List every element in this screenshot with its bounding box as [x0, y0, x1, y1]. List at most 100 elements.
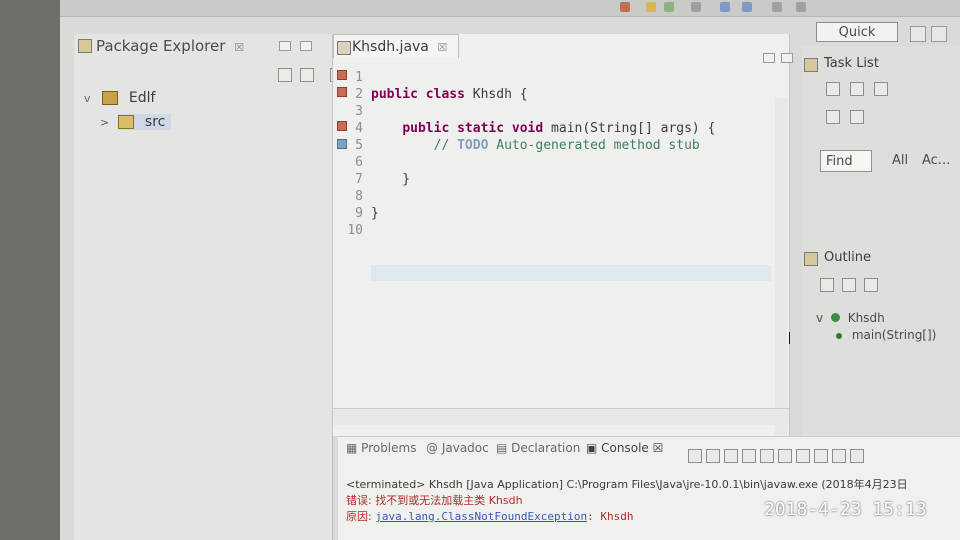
- outline-sort-icon[interactable]: [820, 278, 834, 292]
- link-editor-icon[interactable]: [300, 68, 314, 82]
- minimize-icon[interactable]: [832, 449, 846, 463]
- task-list-title: Task List: [824, 56, 879, 71]
- collapse-icon[interactable]: v: [816, 311, 823, 325]
- code-area[interactable]: 1 2 public class Khsdh { 3 4 public stati…: [333, 66, 789, 438]
- outline-icon: [804, 252, 818, 266]
- mouse-cursor: [789, 332, 790, 344]
- open-perspective-icon[interactable]: [910, 26, 926, 42]
- code-line: 1: [355, 70, 363, 85]
- tab-console[interactable]: ▣ Console ☒: [586, 441, 663, 455]
- code-line: 6: [355, 155, 363, 170]
- java-file-icon: [337, 41, 351, 55]
- package-icon[interactable]: [646, 2, 656, 12]
- tab-javadoc[interactable]: @ Javadoc: [426, 441, 489, 455]
- maximize-icon[interactable]: [781, 53, 793, 63]
- maximize-icon[interactable]: [850, 449, 864, 463]
- code-token: public: [371, 87, 418, 102]
- delete-task-icon[interactable]: [826, 110, 840, 124]
- categorized-icon[interactable]: [850, 82, 864, 96]
- code-token: }: [371, 172, 411, 187]
- remove-launch-icon[interactable]: [706, 449, 720, 463]
- method-icon: [836, 333, 842, 339]
- project-label: Edlf: [128, 90, 156, 106]
- tree-item-project[interactable]: v Edlf: [84, 86, 171, 110]
- code-token: class: [425, 87, 465, 102]
- code-line: 7 }: [355, 172, 411, 187]
- project-icon: [102, 91, 119, 105]
- task-find-input[interactable]: Find: [820, 150, 872, 172]
- minimize-icon[interactable]: [763, 53, 775, 63]
- tab-problems[interactable]: ▦ Problems: [346, 441, 416, 455]
- history-icon[interactable]: [772, 2, 782, 12]
- tab-declaration[interactable]: ▤ Declaration: [496, 441, 580, 455]
- photo-timestamp: 2018-4-23 15:13: [764, 499, 927, 520]
- horizontal-scrollbar[interactable]: [333, 408, 789, 425]
- all-filter-link[interactable]: All: [892, 153, 908, 168]
- code-line: 10: [347, 223, 363, 238]
- run-icon[interactable]: [620, 2, 630, 12]
- clear-console-icon[interactable]: [724, 449, 738, 463]
- close-icon[interactable]: ☒: [234, 41, 244, 54]
- code-line: 3: [355, 104, 363, 119]
- close-icon[interactable]: ☒: [437, 41, 447, 54]
- code-token: main(String[] args) {: [543, 121, 716, 136]
- code-token: }: [371, 206, 379, 221]
- outline-method-label: main(String[]): [851, 328, 937, 342]
- quick-access-field[interactable]: Quick Access: [816, 22, 898, 60]
- task-list-icon: [804, 58, 818, 72]
- src-label: src: [144, 114, 166, 130]
- code-token: static: [457, 121, 505, 136]
- console-toolbar: [688, 449, 948, 463]
- expand-icon[interactable]: v: [84, 87, 98, 111]
- code-token: //: [433, 138, 458, 153]
- outline-hide-static-icon[interactable]: [864, 278, 878, 292]
- code-editor: Khsdh.java ☒ 1 2 public class Khsdh { 3 4…: [332, 34, 793, 438]
- java-perspective-icon[interactable]: [931, 26, 947, 42]
- top-toolbar: [60, 0, 960, 17]
- editor-tab-khsdh[interactable]: Khsdh.java ☒: [333, 34, 459, 58]
- code-line: 4 public static void main(String[] args)…: [355, 121, 716, 136]
- filter-icon[interactable]: [874, 82, 888, 96]
- scroll-lock-icon[interactable]: [742, 449, 756, 463]
- collapse-all-icon[interactable]: [278, 68, 292, 82]
- outline-tab[interactable]: Outline: [802, 248, 960, 268]
- package-explorer-panel: Package Explorer ☒ ▽ v Edlf > src: [74, 34, 369, 540]
- debug-icon[interactable]: [664, 2, 674, 12]
- current-line-highlight: [371, 265, 771, 281]
- outline-hide-fields-icon[interactable]: [842, 278, 856, 292]
- task-list-tab[interactable]: Task List: [802, 54, 960, 74]
- tree-item-src[interactable]: > src: [84, 110, 172, 135]
- sync-icon[interactable]: [850, 110, 864, 124]
- outline-title: Outline: [824, 250, 872, 265]
- project-tree: v Edlf > src: [84, 86, 172, 135]
- outline-class-label: Khsdh: [847, 311, 885, 325]
- package-explorer-tab[interactable]: Package Explorer ☒: [74, 34, 244, 58]
- forward-icon[interactable]: [742, 2, 752, 12]
- code-token: public: [402, 121, 450, 136]
- display-console-icon[interactable]: [796, 449, 810, 463]
- pin-console-icon[interactable]: [778, 449, 792, 463]
- exception-link[interactable]: java.lang.ClassNotFoundException: [375, 510, 587, 523]
- new-task-icon[interactable]: [826, 82, 840, 96]
- overview-ruler[interactable]: [775, 98, 787, 438]
- back-icon[interactable]: [720, 2, 730, 12]
- search-icon[interactable]: [691, 2, 701, 12]
- maximize-icon[interactable]: [300, 41, 312, 51]
- open-console-icon[interactable]: [814, 449, 828, 463]
- code-token: TODO: [457, 138, 489, 153]
- outline-class-item[interactable]: v Khsdh: [816, 311, 885, 325]
- word-wrap-icon[interactable]: [760, 449, 774, 463]
- minimize-icon[interactable]: [279, 41, 291, 51]
- expand-icon[interactable]: >: [100, 111, 114, 135]
- package-explorer-title: Package Explorer: [96, 37, 226, 55]
- editor-tab-label: Khsdh.java: [352, 39, 429, 55]
- activate-link[interactable]: Ac...: [922, 153, 950, 168]
- terminate-icon[interactable]: [688, 449, 702, 463]
- source-folder-icon: [118, 115, 135, 129]
- outline-method-item[interactable]: main(String[]): [836, 328, 936, 342]
- nav-icon[interactable]: [796, 2, 806, 12]
